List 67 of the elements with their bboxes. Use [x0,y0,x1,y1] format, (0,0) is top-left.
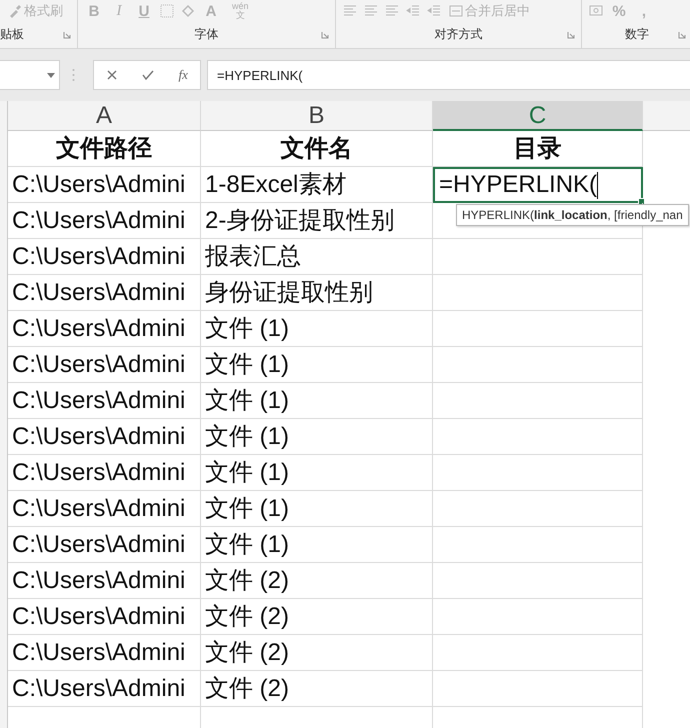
table-cell: 文件 (1) [201,527,433,563]
caret-icon [47,72,55,78]
group-label: 字体 [194,26,218,42]
table-cell: C:\Users\Admini [8,383,201,419]
table-cell: 报表汇总 [201,239,433,275]
column-header[interactable] [643,101,690,131]
table-cell: C:\Users\Admini [8,239,201,275]
italic-button[interactable]: I [109,2,129,20]
cancel-icon[interactable] [106,69,118,81]
table-cell: C:\Users\Admini [8,599,201,635]
table-cell: C:\Users\Admini [8,527,201,563]
table-cell: C:\Users\Admini [8,563,201,599]
table-cell: 目录 [433,131,643,167]
merge-cells-icon [449,4,463,18]
merge-center-button[interactable]: 合并后居中 [447,2,532,20]
table-cell: 文件 (2) [201,599,433,635]
table-cell: 文件 (2) [201,671,433,707]
column-header[interactable]: B [201,101,433,131]
underline-button[interactable]: U [134,2,154,20]
ribbon-button[interactable]: B [84,2,104,20]
table-cell: C:\Users\Admini [8,671,201,707]
dialog-launcher-icon[interactable] [321,31,329,39]
table-cell: 文件名 [201,131,433,167]
group-label: 贴板 [0,26,24,42]
formula-input[interactable]: =HYPERLINK( [207,60,690,90]
table-cell: C:\Users\Admini [8,167,201,203]
column-header[interactable]: A [8,101,201,131]
table-cell: C:\Users\Admini [8,203,201,239]
column-header[interactable]: C [433,101,643,131]
table-cell: C:\Users\Admini [8,275,201,311]
table-cell: 文件 (1) [201,419,433,455]
active-cell-editor[interactable]: =HYPERLINK( [433,167,643,203]
table-cell: 文件 (1) [201,383,433,419]
splitter-handle-icon[interactable] [72,68,75,82]
brush-icon [8,4,22,18]
table-cell: 1-8Excel素材 [201,167,433,203]
insert-function-button[interactable]: fx [178,67,188,83]
checkmark-icon[interactable] [142,69,154,81]
table-cell: 文件 (2) [201,563,433,599]
group-label: 数字 [625,26,649,42]
function-tooltip: HYPERLINK(link_location, [friendly_nan [456,204,689,226]
table-cell: C:\Users\Admini [8,455,201,491]
table-cell: 文件 (1) [201,311,433,347]
dialog-launcher-icon[interactable] [567,31,575,39]
table-cell: C:\Users\Admini [8,491,201,527]
format-painter-button[interactable]: 格式刷 [6,2,65,20]
table-cell: 身份证提取性别 [201,275,433,311]
table-cell: 文件 (1) [201,455,433,491]
table-cell: C:\Users\Admini [8,347,201,383]
table-cell: 文件 (1) [201,491,433,527]
table-cell: 文件 (1) [201,347,433,383]
table-cell: 文件 (2) [201,635,433,671]
fill-bucket-icon[interactable] [180,3,196,19]
dialog-launcher-icon[interactable] [63,31,71,39]
ribbon-button[interactable]: , [634,2,654,20]
dialog-launcher-icon[interactable] [678,31,686,39]
border-icon[interactable] [159,3,175,19]
ribbon-button[interactable]: % [609,2,629,20]
phonetic-button[interactable]: wén 文 [226,2,255,20]
table-cell: C:\Users\Admini [8,419,201,455]
ribbon-button[interactable]: A [201,2,221,20]
table-cell: 2-身份证提取性别 [201,203,433,239]
table-cell: 文件路径 [8,131,201,167]
table-cell: C:\Users\Admini [8,635,201,671]
table-cell: C:\Users\Admini [8,311,201,347]
name-box[interactable] [0,60,60,90]
group-label: 对齐方式 [434,26,482,42]
